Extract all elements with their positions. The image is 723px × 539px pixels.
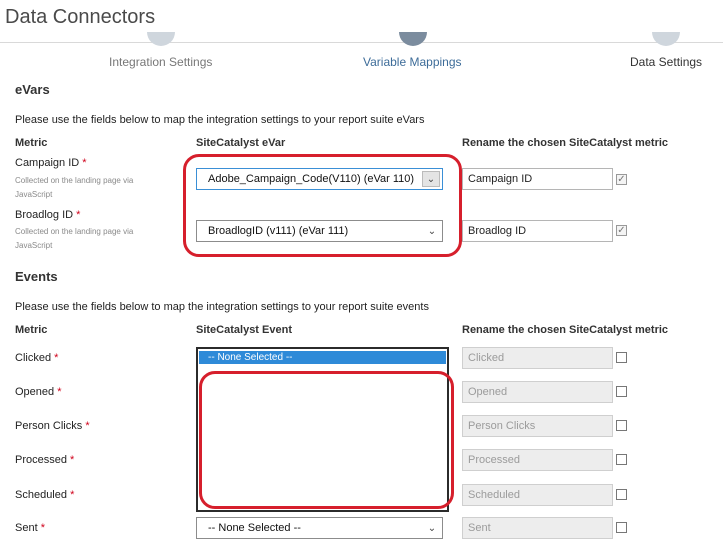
dropdown-option-none-selected[interactable]: -- None Selected --: [199, 351, 446, 364]
clicked-label: Clicked *: [15, 352, 59, 364]
chevron-down-icon: ⌄: [427, 225, 437, 237]
required-marker: *: [70, 489, 75, 501]
page-title: Data Connectors: [5, 6, 156, 28]
sent-checkbox[interactable]: [616, 522, 627, 533]
step-circle-2[interactable]: [399, 32, 427, 46]
campaign-id-evar-select[interactable]: Adobe_Campaign_Code(V110) (eVar 110) ⌄: [196, 168, 443, 190]
evars-section-title: eVars: [15, 82, 50, 97]
person-clicks-rename-input[interactable]: Person Clicks: [462, 415, 613, 437]
evars-col-rename: Rename the chosen SiteCatalyst metric: [462, 137, 669, 149]
required-marker: *: [57, 386, 62, 398]
person-clicks-label: Person Clicks *: [15, 420, 90, 432]
broadlog-id-checkbox[interactable]: ✓: [616, 225, 627, 236]
campaign-id-label: Campaign ID *: [15, 157, 87, 169]
broadlog-id-note-2: JavaScript: [15, 241, 53, 250]
events-col-rename: Rename the chosen SiteCatalyst metric: [462, 324, 669, 336]
required-marker: *: [54, 352, 59, 364]
scheduled-checkbox[interactable]: [616, 489, 627, 500]
events-hint: Please use the fields below to map the i…: [15, 301, 429, 313]
required-marker: *: [70, 454, 75, 466]
events-section-title: Events: [15, 269, 58, 284]
broadlog-id-evar-select[interactable]: BroadlogID (v111) (eVar 111) ⌄: [196, 220, 443, 242]
step-variable-mappings[interactable]: Variable Mappings: [363, 55, 462, 69]
chevron-down-icon: ⌄: [422, 171, 440, 187]
chevron-down-icon: ⌄: [427, 522, 437, 534]
evars-col-evar: SiteCatalyst eVar: [196, 137, 286, 149]
title-bar: Data Connectors: [0, 0, 723, 46]
step-integration-settings[interactable]: Integration Settings: [109, 55, 212, 69]
evars-col-metric: Metric: [15, 137, 48, 149]
required-marker: *: [85, 420, 90, 432]
campaign-id-note-1: Collected on the landing page via: [15, 176, 134, 185]
step-circle-1[interactable]: [147, 32, 175, 46]
events-col-metric: Metric: [15, 324, 48, 336]
opened-checkbox[interactable]: [616, 386, 627, 397]
sent-rename-input[interactable]: Sent: [462, 517, 613, 539]
processed-label: Processed *: [15, 454, 75, 466]
processed-checkbox[interactable]: [616, 454, 627, 465]
processed-rename-input[interactable]: Processed: [462, 449, 613, 471]
broadlog-id-rename-input[interactable]: Broadlog ID: [462, 220, 613, 242]
events-col-event: SiteCatalyst Event: [196, 324, 292, 336]
required-marker: *: [82, 157, 87, 169]
clicked-rename-input[interactable]: Clicked: [462, 347, 613, 369]
required-marker: *: [40, 522, 45, 534]
opened-rename-input[interactable]: Opened: [462, 381, 613, 403]
sent-event-select[interactable]: -- None Selected -- ⌄: [196, 517, 443, 539]
broadlog-id-label: Broadlog ID *: [15, 209, 81, 221]
step-data-settings[interactable]: Data Settings: [630, 55, 702, 69]
sent-label: Sent *: [15, 522, 45, 534]
campaign-id-note-2: JavaScript: [15, 190, 53, 199]
clicked-checkbox[interactable]: [616, 352, 627, 363]
broadlog-id-note-1: Collected on the landing page via: [15, 227, 134, 236]
opened-label: Opened *: [15, 386, 62, 398]
required-marker: *: [76, 209, 81, 221]
scheduled-label: Scheduled *: [15, 489, 75, 501]
person-clicks-checkbox[interactable]: [616, 420, 627, 431]
step-circle-3[interactable]: [652, 32, 680, 46]
evars-hint: Please use the fields below to map the i…: [15, 114, 425, 126]
campaign-id-checkbox[interactable]: ✓: [616, 174, 627, 185]
scheduled-rename-input[interactable]: Scheduled: [462, 484, 613, 506]
campaign-id-rename-input[interactable]: Campaign ID: [462, 168, 613, 190]
event-dropdown-list[interactable]: -- None Selected --: [196, 347, 449, 512]
